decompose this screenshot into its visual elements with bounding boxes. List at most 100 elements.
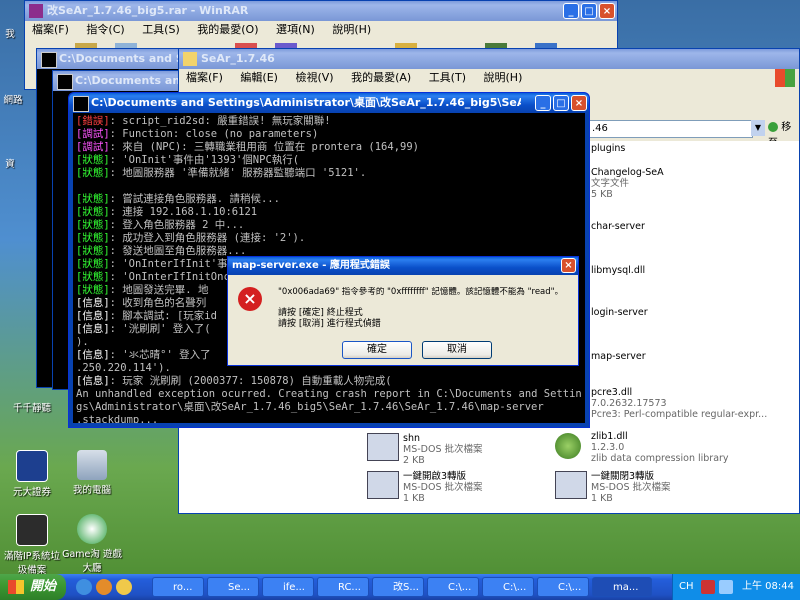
address-input[interactable]: .46 (589, 120, 753, 138)
menu-favorites[interactable]: 我的最愛(O) (197, 23, 258, 36)
winrar-titlebar[interactable]: 改SeAr_1.7.46_big5.rar - WinRAR _ □ × (25, 1, 617, 21)
start-button[interactable]: 開始 (0, 574, 66, 600)
desktop-icon-my-computer[interactable]: 我的電腦 (60, 450, 124, 496)
maximize-button[interactable]: □ (581, 3, 597, 19)
console-line: [狀態]: 連接 192.168.1.10:6121 (76, 206, 582, 219)
folder-icon (183, 52, 197, 66)
desktop-icon-resources[interactable]: 資 (0, 156, 20, 170)
console-line-text: : 'OnInterIfInit'事 (109, 258, 228, 270)
cmd-back-2-titlebar[interactable]: C:\Documents and Settings\ (53, 71, 181, 91)
desktop-icon-network[interactable]: 網路 (0, 92, 26, 106)
taskbar-button[interactable]: C:\... (482, 577, 534, 597)
console-minimize-button[interactable]: _ (535, 95, 551, 111)
explorer-menu-favorites[interactable]: 我的最愛(A) (351, 71, 411, 84)
cmd-back-1-titlebar[interactable]: C:\Documents and Settings\ (37, 49, 185, 69)
console-line-text: : 地圖服務器 '準備就緒' 服務器監聽端口 '5121'. (109, 167, 367, 179)
taskbar-button[interactable]: Se... (207, 577, 259, 597)
taskbar-button[interactable]: ro... (152, 577, 204, 597)
explorer-menu-help[interactable]: 說明(H) (484, 71, 523, 84)
taskbar-button[interactable]: RC... (317, 577, 369, 597)
cmd-icon (57, 74, 73, 90)
desktop-icon-game-lobby[interactable]: Game淘 遊戲大廳 (60, 514, 124, 574)
console-line: gs\Administrator\桌面\改SeAr_1.7.46_big5\Se… (76, 401, 582, 414)
ie-icon[interactable] (76, 579, 92, 595)
console-titlebar[interactable]: C:\Documents and Settings\Administrator\… (69, 93, 589, 113)
file-item[interactable]: login-server (591, 307, 648, 318)
menu-commands[interactable]: 指令(C) (86, 23, 124, 36)
batch-file-icon (367, 433, 399, 461)
error-dialog-titlebar[interactable]: map-server.exe - 應用程式錯誤 × (228, 257, 578, 275)
file-item[interactable]: 一鍵關閉3轉版 MS-DOS 批次檔案 1 KB (591, 471, 671, 504)
game-lobby-icon (77, 514, 107, 544)
winrar-menubar: 檔案(F) 指令(C) 工具(S) 我的最愛(O) 選項(N) 說明(H) (25, 21, 617, 39)
console-line: An unhandled exception ocurred. Creating… (76, 388, 582, 401)
language-indicator[interactable]: CH (679, 574, 694, 600)
go-button[interactable]: 移至 (768, 120, 798, 149)
console-line-text: : 登入角色服務器 2 中... (109, 219, 245, 231)
file-item[interactable]: pcre3.dll 7.0.2632.17573 Pcre3: Perl-com… (591, 387, 767, 420)
file-item[interactable]: map-server (591, 351, 646, 362)
console-line-text: gs\Administrator\桌面\改SeAr_1.7.46_big5\Se… (76, 401, 544, 413)
console-line: [狀態]: 成功登入到角色服務器 (連接: '2'). (76, 232, 582, 245)
taskbar: 開始 ro... Se... ife... RC... 改S... C:\...… (0, 574, 800, 600)
console-line-text: : 來自 (NPC): 三轉職業租用商 位置在 prontera (164,99… (109, 141, 419, 153)
file-item[interactable]: 一鍵開啟3轉版 MS-DOS 批次檔案 1 KB (403, 471, 483, 504)
taskbar-button[interactable]: 改S... (372, 577, 424, 597)
console-line: [調試]: Function: close (no parameters) (76, 128, 582, 141)
taskbar-button-active[interactable]: ma... (592, 577, 652, 597)
gear-icon (555, 433, 581, 459)
taskbar-button[interactable]: C:\... (427, 577, 479, 597)
console-line-text: An unhandled exception ocurred. Creating… (76, 388, 582, 400)
batch-file-icon (367, 471, 399, 499)
console-line-text: : '氺芯晴°' 登入了 (109, 349, 211, 361)
tray-icon[interactable] (719, 580, 733, 594)
file-item[interactable]: char-server (591, 221, 645, 232)
tray-icon[interactable] (701, 580, 715, 594)
minimize-button[interactable]: _ (563, 3, 579, 19)
console-line-tag: [調試] (76, 128, 110, 140)
explorer-menu-tools[interactable]: 工具(T) (429, 71, 466, 84)
console-line-text: : script_rid2sd: 嚴重錯誤! 無玩家關聯! (109, 115, 331, 127)
explorer-menu-file[interactable]: 檔案(F) (186, 71, 223, 84)
menu-options[interactable]: 選項(N) (276, 23, 315, 36)
computer-icon (77, 450, 107, 480)
menu-help[interactable]: 說明(H) (332, 23, 371, 36)
menu-tools[interactable]: 工具(S) (142, 23, 180, 36)
desktop-icon-ip-system[interactable]: 滿階IP系統垃圾備案 (0, 514, 64, 576)
cancel-button[interactable]: 取消 (422, 341, 492, 359)
ok-button[interactable]: 確定 (342, 341, 412, 359)
file-item[interactable]: shn MS-DOS 批次檔案 2 KB (403, 433, 483, 466)
console-close-button[interactable]: × (571, 95, 587, 111)
cmd-icon (73, 96, 89, 112)
address-dropdown-button[interactable]: ▼ (751, 120, 765, 136)
explorer-menu-view[interactable]: 檢視(V) (295, 71, 333, 84)
console-line-tag: [信息] (76, 375, 110, 387)
file-item[interactable]: Changelog-SeA 文字文件 5 KB (591, 167, 664, 200)
explorer-titlebar[interactable]: SeAr_1.7.46 (179, 49, 799, 69)
clock: 上午 08:44 (742, 581, 794, 592)
console-maximize-button[interactable]: □ (553, 95, 569, 111)
desktop-icon-my-documents[interactable]: 我 (0, 26, 20, 40)
dialog-close-button[interactable]: × (561, 258, 576, 273)
error-dialog[interactable]: map-server.exe - 應用程式錯誤 × × "0x006ada69"… (227, 256, 579, 366)
media-icon[interactable] (96, 579, 112, 595)
explorer-menu-edit[interactable]: 編輯(E) (240, 71, 278, 84)
menu-file[interactable]: 檔案(F) (32, 23, 69, 36)
file-item[interactable]: libmysql.dll (591, 265, 645, 276)
console-line-tag: [狀態] (76, 232, 110, 244)
console-line-text: .250.220.114'). (76, 362, 171, 374)
file-item[interactable]: zlib1.dll 1.2.3.0 zlib data compression … (591, 431, 729, 464)
console-line-tag: [信息] (76, 323, 110, 335)
console-line-text: : 'OnInit'事件由'1393'個NPC執行( (109, 154, 300, 166)
desktop-icon-yuanta[interactable]: 元大證券 (0, 450, 64, 498)
desktop-icon-ttplayer[interactable]: 千千靜聽 (0, 400, 64, 414)
file-item[interactable]: plugins (591, 143, 625, 154)
taskbar-button[interactable]: ife... (262, 577, 314, 597)
console-line-tag: [狀態] (76, 206, 110, 218)
console-line: [狀態]: 'OnInit'事件由'1393'個NPC執行( (76, 154, 582, 167)
messenger-icon[interactable] (116, 579, 132, 595)
close-button[interactable]: × (599, 3, 615, 19)
console-line: [調試]: 來自 (NPC): 三轉職業租用商 位置在 prontera (16… (76, 141, 582, 154)
taskbar-button[interactable]: C:\... (537, 577, 589, 597)
